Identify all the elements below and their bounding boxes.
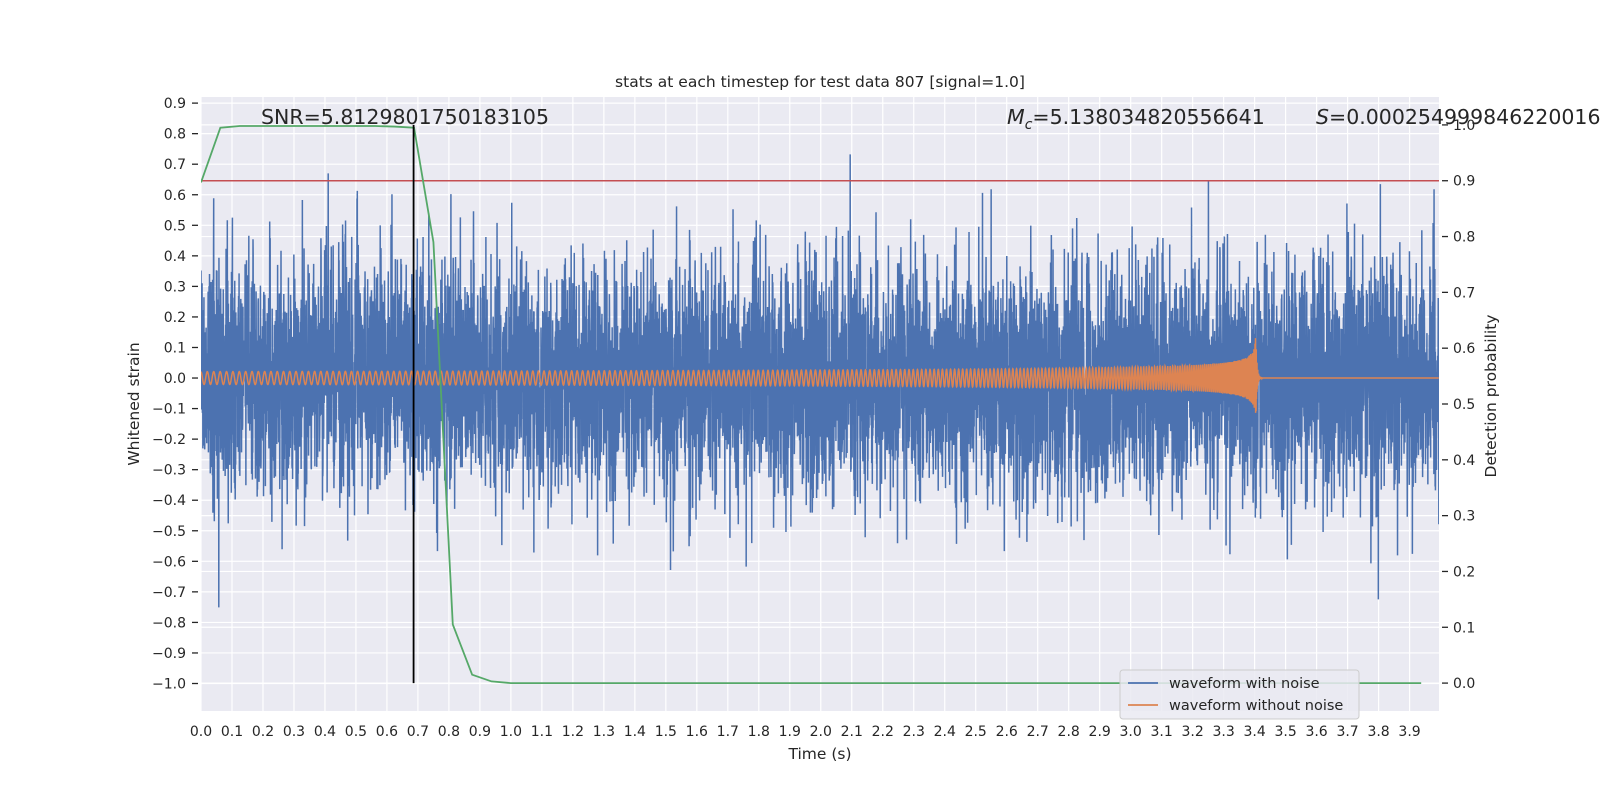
x-tick-label: 1.0 <box>500 724 522 740</box>
x-tick-label: 2.3 <box>903 724 925 740</box>
x-tick-label: 0.0 <box>190 724 212 740</box>
snr-annotation: SNR=5.8129801750183105 <box>261 105 549 129</box>
x-tick-label: 3.4 <box>1243 724 1265 740</box>
x-tick-label: 2.6 <box>996 724 1018 740</box>
s-annotation: S=0.000254999846220016 <box>1316 105 1600 129</box>
y-tick-label: −1.0 <box>152 677 186 693</box>
y-axis-right-ticks: 0.00.10.20.30.40.50.60.70.80.91.0 <box>1442 118 1475 692</box>
y-right-tick-label: 0.5 <box>1453 397 1475 413</box>
y-tick-label: −0.3 <box>152 463 186 479</box>
x-tick-label: 0.6 <box>376 724 398 740</box>
y-tick-label: 0.4 <box>164 249 186 265</box>
x-tick-label: 3.3 <box>1212 724 1234 740</box>
x-tick-label: 3.6 <box>1305 724 1327 740</box>
chirp-mass-symbol: M <box>1007 105 1025 129</box>
y-tick-label: −0.8 <box>152 615 186 631</box>
x-tick-label: 0.8 <box>438 724 460 740</box>
y-tick-label: −0.2 <box>152 432 186 448</box>
y-tick-label: 0.0 <box>164 371 186 387</box>
x-tick-label: 3.0 <box>1120 724 1142 740</box>
y-tick-label: −0.7 <box>152 585 186 601</box>
legend-label-chirp: waveform without noise <box>1169 698 1343 714</box>
y-tick-label: 0.3 <box>164 279 186 295</box>
y-tick-label: 0.1 <box>164 340 186 356</box>
y-tick-label: −0.4 <box>152 493 186 509</box>
x-tick-label: 1.2 <box>562 724 584 740</box>
x-tick-label: 2.7 <box>1027 724 1049 740</box>
x-tick-label: 1.5 <box>655 724 677 740</box>
y-tick-label: −0.5 <box>152 524 186 540</box>
s-value: =0.000254999846220016 <box>1329 105 1600 129</box>
y-right-tick-label: 0.1 <box>1453 620 1475 636</box>
x-tick-label: 1.7 <box>717 724 739 740</box>
x-tick-label: 2.4 <box>934 724 956 740</box>
y-tick-label: −0.1 <box>152 402 186 418</box>
y-right-tick-label: 0.0 <box>1453 676 1475 692</box>
x-tick-label: 0.3 <box>283 724 305 740</box>
y-right-tick-label: 0.3 <box>1453 509 1475 525</box>
y-tick-label: 0.5 <box>164 218 186 234</box>
x-axis-label: Time (s) <box>787 745 851 763</box>
x-tick-label: 0.4 <box>314 724 336 740</box>
y-axis-ticks: 0.9 0.8 0.7 0.6 0.5 0.4 0.3 0.2 0.1 0.0 −0.1 −0.2 −0… <box>152 96 198 693</box>
chart-title: stats at each timestep for test data 807… <box>615 73 1025 91</box>
x-tick-label: 1.1 <box>531 724 553 740</box>
x-tick-label: 3.2 <box>1182 724 1204 740</box>
x-tick-label: 3.1 <box>1151 724 1173 740</box>
x-tick-label: 3.9 <box>1398 724 1420 740</box>
x-tick-label: 2.9 <box>1089 724 1111 740</box>
y-tick-label: 0.7 <box>164 157 186 173</box>
x-tick-label: 2.1 <box>841 724 863 740</box>
y-right-tick-label: 0.7 <box>1453 285 1475 301</box>
x-tick-label: 1.6 <box>686 724 708 740</box>
x-tick-label: 0.2 <box>252 724 274 740</box>
y-right-tick-label: 0.4 <box>1453 453 1475 469</box>
x-tick-label: 1.4 <box>624 724 646 740</box>
s-symbol: S <box>1316 105 1329 129</box>
x-tick-label: 0.1 <box>221 724 243 740</box>
x-tick-label: 2.0 <box>810 724 832 740</box>
x-tick-label: 0.5 <box>345 724 367 740</box>
x-tick-label: 3.7 <box>1336 724 1358 740</box>
x-tick-label: 0.9 <box>469 724 491 740</box>
x-axis-ticks: 0.0 0.1 0.2 0.3 0.4 0.5 0.6 0.7 0.8 0.9 1.0 1.1 1.2 1… <box>190 724 1421 740</box>
x-tick-label: 2.5 <box>965 724 987 740</box>
x-tick-label: 2.8 <box>1058 724 1080 740</box>
y-tick-label: −0.6 <box>152 554 186 570</box>
y-tick-label: 0.9 <box>164 96 186 112</box>
x-tick-label: 3.8 <box>1367 724 1389 740</box>
y-tick-label: 0.2 <box>164 310 186 326</box>
y-right-tick-label: 0.8 <box>1453 230 1475 246</box>
x-tick-label: 0.7 <box>407 724 429 740</box>
x-tick-label: 1.9 <box>779 724 801 740</box>
x-tick-label: 3.5 <box>1274 724 1296 740</box>
y-right-tick-label: 0.6 <box>1453 341 1475 357</box>
y-axis-label: Whitened strain <box>125 342 143 465</box>
chirp-mass-value: =5.138034820556641 <box>1032 105 1264 129</box>
y-tick-label: 0.8 <box>164 127 186 143</box>
legend: waveform with noise waveform without noi… <box>1119 669 1360 720</box>
y-tick-label: 0.6 <box>164 188 186 204</box>
x-tick-label: 1.8 <box>748 724 770 740</box>
y-right-tick-label: 0.9 <box>1453 174 1475 190</box>
y-right-tick-label: 0.2 <box>1453 564 1475 580</box>
x-tick-label: 2.2 <box>872 724 894 740</box>
y-tick-label: −0.9 <box>152 646 186 662</box>
y-axis-right-label: Detection probability <box>1482 315 1500 478</box>
chirp-mass-annotation: Mc=5.138034820556641 <box>1007 105 1265 133</box>
legend-label-noise: waveform with noise <box>1169 676 1320 692</box>
chart: stats at each timestep for test data 807… <box>125 73 1600 763</box>
x-tick-label: 1.3 <box>593 724 615 740</box>
